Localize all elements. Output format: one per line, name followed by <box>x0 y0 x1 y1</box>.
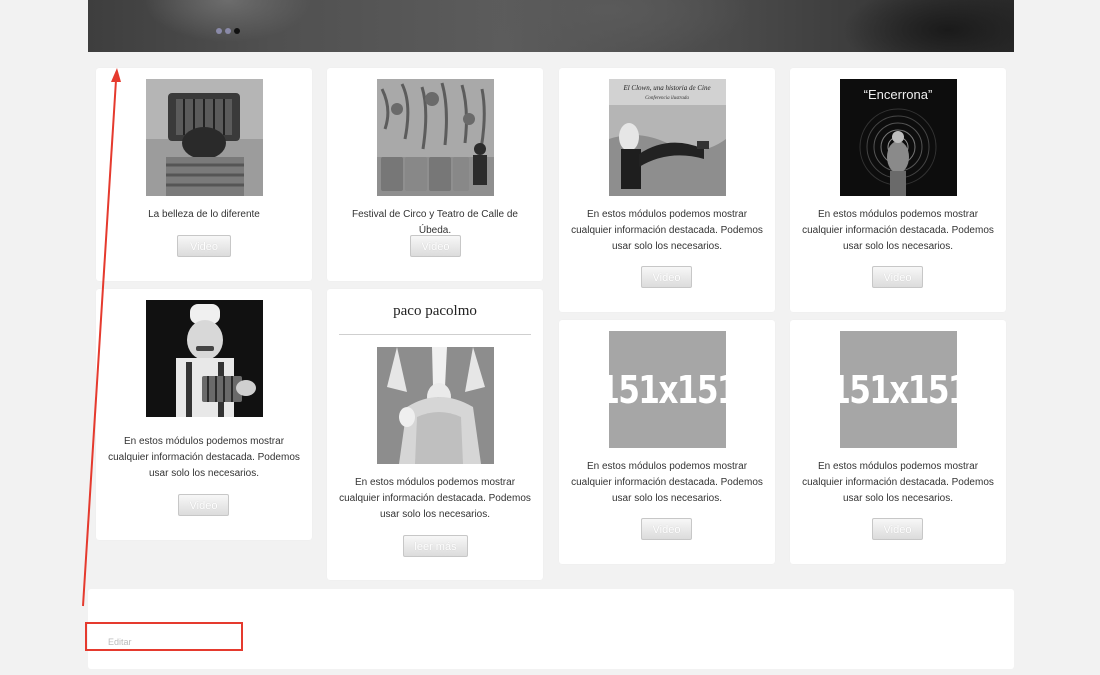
module-card-6: paco pacolmo En estos módulos podemos mo… <box>327 289 543 580</box>
encerrona-poster-image: “Encerrona” <box>840 79 957 196</box>
placeholder-label: 151x151 <box>609 367 726 412</box>
video-button[interactable]: Video <box>177 235 231 257</box>
card-description: En estos módulos podemos mostrar cualqui… <box>339 477 531 520</box>
slider-dot[interactable] <box>225 28 231 34</box>
accordion-player-image <box>146 79 263 196</box>
poster-subtitle-text: Conferencia ilustrada <box>645 96 689 101</box>
module-card-5: En estos módulos podemos mostrar cualqui… <box>96 289 312 540</box>
module-card-1: La belleza de lo diferente Video <box>96 68 312 281</box>
poster-title-text: El Clown, una historia de Cine <box>622 84 710 92</box>
slider-dot[interactable] <box>216 28 222 34</box>
read-more-button[interactable]: leer más <box>403 535 468 557</box>
video-button[interactable]: Video <box>872 266 923 288</box>
title-divider <box>339 334 531 335</box>
card-description: En estos módulos podemos mostrar cualqui… <box>571 461 763 504</box>
module-card-2: Festival de Circo y Teatro de Calle de Ú… <box>327 68 543 281</box>
card-description: La belleza de lo diferente <box>148 209 260 220</box>
clown-accordion-image <box>146 300 263 417</box>
card-description: En estos módulos podemos mostrar cualqui… <box>802 461 994 504</box>
video-button[interactable]: Video <box>641 266 692 288</box>
slider-dots <box>216 28 240 34</box>
video-button[interactable]: Video <box>178 494 229 516</box>
module-card-7: 151x151 En estos módulos podemos mostrar… <box>559 320 775 564</box>
annotation-highlight-box <box>85 622 243 651</box>
module-card-3: El Clown, una historia de Cine Conferenc… <box>559 68 775 312</box>
video-button[interactable]: Video <box>872 518 923 540</box>
module-card-4: “Encerrona” En estos módulos podemos mos… <box>790 68 1006 312</box>
slider-dot-active[interactable] <box>234 28 240 34</box>
placeholder-label: 151x151 <box>840 367 957 412</box>
card-title: paco pacolmo <box>393 303 477 319</box>
placeholder-image: 151x151 <box>840 331 957 448</box>
placeholder-image: 151x151 <box>609 331 726 448</box>
card-description: En estos módulos podemos mostrar cualqui… <box>108 436 300 479</box>
module-card-8: 151x151 En estos módulos podemos mostrar… <box>790 320 1006 564</box>
video-button[interactable]: Video <box>641 518 692 540</box>
poster-title-text: “Encerrona” <box>864 87 933 102</box>
festival-stage-image <box>377 79 494 196</box>
clown-cinema-poster-image: El Clown, una historia de Cine Conferenc… <box>609 79 726 196</box>
clown-portrait-image <box>377 347 494 464</box>
card-description: En estos módulos podemos mostrar cualqui… <box>802 209 994 252</box>
card-description: En estos módulos podemos mostrar cualqui… <box>571 209 763 252</box>
video-button[interactable]: Video <box>410 235 461 257</box>
hero-slider <box>88 0 1014 52</box>
